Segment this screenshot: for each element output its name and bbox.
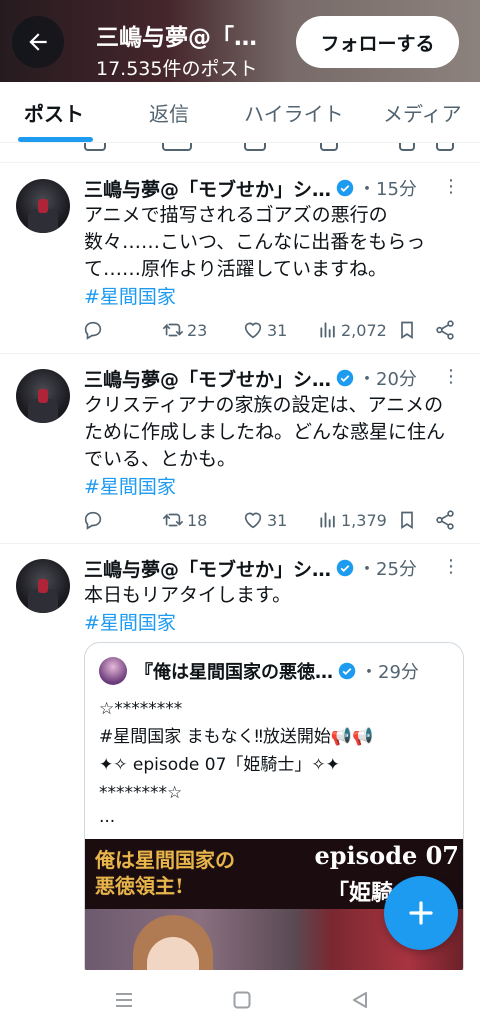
- reply-icon: [84, 511, 102, 530]
- hashtag-link[interactable]: #星間国家: [84, 282, 176, 309]
- bookmark-button[interactable]: [397, 508, 417, 532]
- like-count: 31: [267, 510, 288, 530]
- nav-back-icon[interactable]: [350, 990, 370, 1010]
- like-icon: [244, 322, 262, 339]
- share-button[interactable]: [434, 508, 456, 532]
- tweet-text: アニメで描写されるゴアズの悪行の 数々……こいつ、こんなに出番をもらっ て……原…: [84, 204, 426, 280]
- avatar[interactable]: [16, 179, 70, 233]
- tweet-text: 本日もリアタイします。: [84, 584, 292, 606]
- tweet-time: ・25分: [358, 559, 417, 580]
- bookmark-button[interactable]: [397, 318, 417, 342]
- tab-replies[interactable]: 返信: [149, 82, 189, 143]
- post-count: 17.535件のポスト: [96, 58, 258, 80]
- share-button[interactable]: [434, 318, 456, 342]
- views-icon: [320, 512, 335, 528]
- views-button[interactable]: 1,379: [318, 508, 387, 532]
- reply-icon: [84, 321, 102, 340]
- repost-count: 23: [187, 320, 208, 340]
- quoted-text-line: ✦✧ episode 07「姫騎士」✧✦: [99, 755, 340, 775]
- quoted-time: ・29分: [360, 662, 419, 683]
- verified-icon: [338, 662, 356, 680]
- tweet-time: ・15分: [358, 179, 417, 200]
- verified-icon: [336, 369, 354, 387]
- tweet-author-name[interactable]: 三嶋与夢@「モブせか」シ…: [84, 365, 331, 392]
- views-count: 1,379: [341, 510, 387, 530]
- tweet-author-name[interactable]: 三嶋与夢@「モブせか」シ…: [84, 555, 331, 582]
- quoted-text-line: ☆********: [99, 699, 183, 719]
- tweet-text: クリスティアナの家族の設定は、アニメの ために作成しましたね。どんな惑星に住ん …: [84, 394, 446, 470]
- tweet-time: ・20分: [358, 369, 417, 390]
- repost-button[interactable]: 18: [162, 508, 207, 532]
- quoted-author-name[interactable]: 『俺は星間国家の悪徳…: [135, 658, 333, 684]
- profile-tabs: ポスト 返信 ハイライト メディア: [0, 82, 480, 143]
- nav-home-icon[interactable]: [232, 990, 252, 1010]
- bookmark-icon: [401, 511, 413, 530]
- quoted-text-line: #星間国家 まもなく‼放送開始📢📢: [99, 727, 374, 747]
- more-icon[interactable]: ⋮: [442, 178, 460, 196]
- share-icon: [436, 320, 454, 340]
- quoted-text-line: ...: [99, 807, 116, 827]
- system-nav-bar: [0, 970, 480, 1029]
- more-icon[interactable]: ⋮: [442, 558, 460, 576]
- like-button[interactable]: 31: [242, 508, 287, 532]
- anime-logo: 俺は星間国家の 悪徳領主!: [95, 848, 235, 898]
- bookmark-icon[interactable]: [399, 143, 415, 151]
- views-button[interactable]: 2,072: [318, 318, 387, 342]
- tab-posts[interactable]: ポスト: [24, 82, 84, 143]
- repost-button[interactable]: 23: [162, 318, 207, 342]
- share-icon: [436, 510, 454, 530]
- previous-tweet-actions: [0, 143, 480, 163]
- reply-icon[interactable]: [84, 143, 106, 151]
- repost-icon: [163, 323, 183, 337]
- quoted-avatar[interactable]: [99, 657, 127, 685]
- back-arrow-icon: [29, 33, 47, 51]
- tweet[interactable]: 三嶋与夢@「モブせか」シ… ・15分 ⋮ アニメで描写されるゴアズの悪行の 数々…: [0, 164, 480, 354]
- tab-media[interactable]: メディア: [383, 82, 462, 143]
- views-count: 2,072: [341, 320, 387, 340]
- hashtag-link[interactable]: #星間国家: [84, 608, 176, 635]
- compose-plus-icon: [409, 901, 433, 925]
- profile-name: 三嶋与夢@「…: [96, 25, 257, 51]
- avatar[interactable]: [16, 559, 70, 613]
- repost-icon: [163, 513, 183, 527]
- like-button[interactable]: 31: [242, 318, 287, 342]
- tab-highlights[interactable]: ハイライト: [244, 82, 344, 143]
- reply-button[interactable]: [82, 508, 104, 532]
- repost-icon[interactable]: [162, 143, 192, 151]
- share-icon[interactable]: [436, 143, 454, 151]
- tweet[interactable]: 三嶋与夢@「モブせか」シ… ・20分 ⋮ クリスティアナの家族の設定は、アニメの…: [0, 354, 480, 544]
- follow-button[interactable]: フォローする: [296, 16, 459, 68]
- more-icon[interactable]: ⋮: [442, 368, 460, 386]
- views-icon: [320, 322, 335, 338]
- episode-label: episode 07: [314, 841, 460, 870]
- like-icon: [244, 512, 262, 529]
- nav-menu-icon[interactable]: [114, 990, 134, 1010]
- compose-button[interactable]: [384, 876, 458, 950]
- tweet-actions: 18 31 1,379: [0, 508, 480, 532]
- profile-header: 三嶋与夢@「… 17.535件のポスト フォローする: [0, 0, 480, 82]
- like-count: 31: [267, 320, 288, 340]
- active-tab-indicator: [18, 137, 93, 142]
- like-icon[interactable]: [244, 143, 266, 151]
- back-button[interactable]: [12, 16, 64, 68]
- verified-icon: [336, 179, 354, 197]
- bookmark-icon: [401, 321, 413, 340]
- verified-icon: [336, 559, 354, 577]
- repost-count: 18: [187, 510, 208, 530]
- views-icon[interactable]: [320, 143, 338, 151]
- tweet-author-name[interactable]: 三嶋与夢@「モブせか」シ…: [84, 175, 331, 202]
- tweet-actions: 23 31 2,072: [0, 318, 480, 342]
- hashtag-link[interactable]: #星間国家: [84, 472, 176, 499]
- avatar[interactable]: [16, 369, 70, 423]
- reply-button[interactable]: [82, 318, 104, 342]
